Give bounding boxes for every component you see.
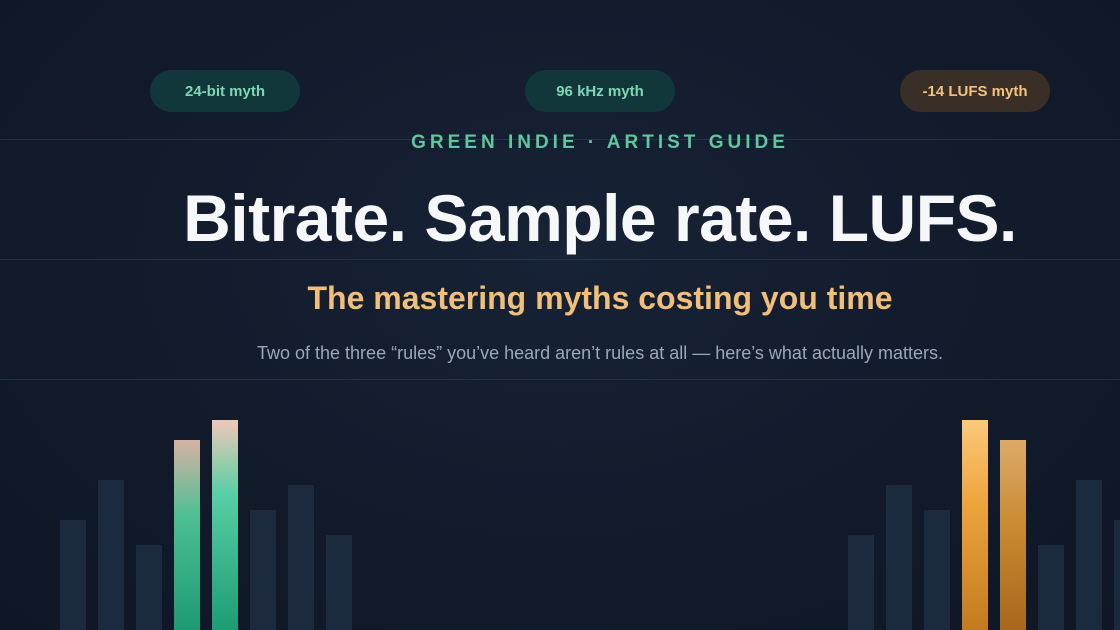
pill-24bit-myth: 24-bit myth bbox=[150, 70, 300, 112]
pill-96khz-myth: 96 kHz myth bbox=[525, 70, 675, 112]
meter-bar-highlight bbox=[962, 420, 988, 630]
meter-bar bbox=[136, 545, 162, 630]
meter-bar bbox=[1076, 480, 1102, 630]
divider-bottom bbox=[0, 379, 1120, 380]
meter-bar-highlight bbox=[212, 420, 238, 630]
meter-bar bbox=[326, 535, 352, 630]
meter-bar bbox=[250, 510, 276, 630]
meter-bar bbox=[60, 520, 86, 630]
meter-bar bbox=[98, 480, 124, 630]
page-subtitle: The mastering myths costing you time bbox=[307, 280, 893, 316]
pill-lufs-myth: -14 LUFS myth bbox=[900, 70, 1050, 112]
meter-bar bbox=[924, 510, 950, 630]
meter-bar bbox=[886, 485, 912, 630]
meter-bar bbox=[1038, 545, 1064, 630]
meter-bar-highlight bbox=[174, 440, 200, 630]
page-title: Bitrate. Sample rate. LUFS. bbox=[183, 181, 1017, 255]
meter-bar-highlight bbox=[1000, 440, 1026, 630]
meter-bar bbox=[848, 535, 874, 630]
divider-middle bbox=[0, 259, 1120, 260]
page-description: Two of the three “rules” you’ve heard ar… bbox=[257, 343, 943, 363]
meter-bar bbox=[1114, 520, 1120, 630]
meter-bar bbox=[288, 485, 314, 630]
eyebrow-label: GREEN INDIE · ARTIST GUIDE bbox=[411, 132, 789, 153]
